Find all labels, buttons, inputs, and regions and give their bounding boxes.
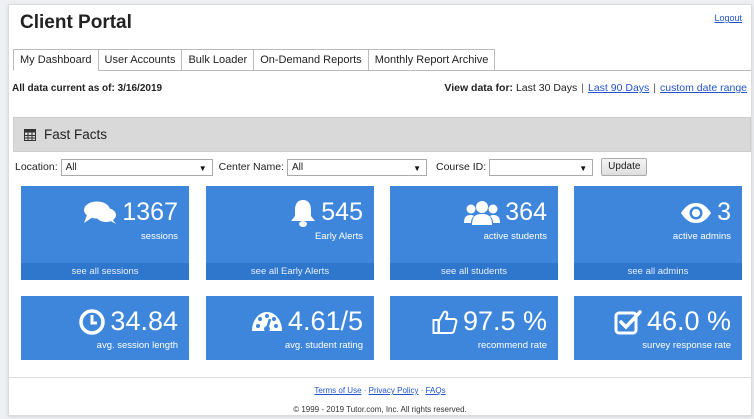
location-value: All (65, 161, 77, 173)
users-icon (464, 200, 501, 225)
early-alerts-card: 545 Early Alerts see all Early Alerts (206, 186, 374, 280)
active-admins-card: 3 active admins see all admins (574, 186, 742, 280)
active-students-stat: 364 (464, 198, 547, 227)
session-length-card: 34.84 avg. session length (21, 296, 189, 360)
thumbs-up-icon (432, 310, 458, 334)
tab-monthly-report-archive[interactable]: Monthly Report Archive (367, 49, 496, 71)
survey-response-card: 46.0 % survey response rate (574, 296, 742, 360)
center-name-select[interactable]: All ▼ (286, 158, 427, 176)
faqs-link[interactable]: FAQs (426, 386, 446, 395)
portal-page: Client Portal Logout My Dashboard User A… (8, 4, 752, 416)
clock-icon (79, 308, 106, 335)
update-button[interactable]: Update (601, 158, 648, 176)
early-alerts-value: 545 (321, 198, 363, 226)
course-id-select[interactable]: ▼ (489, 158, 594, 176)
location-label: Location: (15, 161, 58, 173)
recommend-rate-card: 97.5 % recommend rate (390, 296, 558, 360)
filter-bar: Location: All ▼ Center Name: All ▼ Cours… (15, 158, 648, 176)
sessions-stat: 1367 (83, 198, 178, 227)
survey-response-label: survey response rate (642, 340, 731, 351)
tab-my-dashboard[interactable]: My Dashboard (13, 49, 98, 71)
student-rating-value: 4.61/5 (287, 306, 363, 336)
privacy-policy-link[interactable]: Privacy Policy (369, 386, 419, 395)
data-current-status: All data current as of: 3/16/2019 (12, 83, 163, 94)
bell-icon (291, 199, 316, 227)
terms-of-use-link[interactable]: Terms of Use (314, 386, 361, 395)
date-range-label: View data for: (444, 82, 514, 94)
copyright-text: © 1999 - 2019 Tutor.com, Inc. All rights… (293, 405, 467, 414)
session-length-label: avg. session length (96, 340, 178, 351)
fast-facts-header: Fast Facts (13, 117, 751, 152)
custom-date-range-link[interactable]: custom date range (660, 82, 747, 94)
location-select[interactable]: All ▼ (60, 158, 213, 176)
logout-link[interactable]: Logout (714, 13, 742, 23)
footer-dot: · (420, 386, 424, 395)
separator: | (653, 82, 657, 94)
comments-icon (84, 201, 117, 224)
course-id-label: Course ID: (435, 161, 487, 173)
last-90-days-link[interactable]: Last 90 Days (588, 82, 649, 94)
check-square-icon (614, 309, 642, 334)
see-all-students-link[interactable]: see all students (390, 263, 558, 280)
tab-on-demand-reports[interactable]: On-Demand Reports (253, 49, 368, 71)
early-alerts-label: Early Alerts (314, 231, 363, 242)
early-alerts-stat: 545 (290, 198, 363, 227)
date-range-selector: View data for: Last 30 Days | Last 90 Days… (444, 82, 747, 94)
dashboard-gauge-icon (251, 311, 282, 332)
page-title: Client Portal (20, 12, 132, 33)
sessions-card: 1367 sessions see all sessions (21, 186, 189, 280)
fast-facts-title: Fast Facts (44, 127, 108, 142)
active-students-card: 364 active students see all students (390, 186, 558, 280)
see-all-admins-link[interactable]: see all admins (574, 263, 742, 280)
chevron-down-icon: ▼ (579, 163, 588, 173)
footer-links: Terms of Use · Privacy Policy · FAQs (9, 386, 751, 395)
recommend-rate-value: 97.5 % (462, 306, 547, 336)
center-name-value: All (291, 161, 304, 173)
active-students-value: 364 (505, 198, 547, 226)
footer-divider (9, 377, 751, 378)
center-name-label: Center Name: (218, 161, 284, 173)
student-rating-label: avg. student rating (284, 340, 363, 351)
sessions-label: sessions (141, 231, 178, 242)
active-admins-value: 3 (717, 198, 731, 226)
session-length-value: 34.84 (110, 306, 178, 336)
chevron-down-icon: ▼ (413, 163, 421, 173)
active-admins-label: active admins (672, 231, 731, 242)
survey-response-value: 46.0 % (646, 306, 731, 336)
chevron-down-icon: ▼ (198, 163, 207, 173)
student-rating-card: 4.61/5 avg. student rating (206, 296, 374, 360)
table-grid-icon (24, 128, 36, 141)
survey-response-stat: 46.0 % (614, 306, 731, 337)
tab-user-accounts[interactable]: User Accounts (97, 49, 182, 71)
student-rating-stat: 4.61/5 (251, 306, 363, 337)
session-length-stat: 34.84 (79, 306, 178, 337)
active-students-label: active students (483, 231, 547, 242)
date-range-current: Last 30 Days (515, 82, 578, 94)
recommend-rate-label: recommend rate (477, 340, 547, 351)
sessions-value: 1367 (122, 198, 178, 226)
tab-bulk-loader[interactable]: Bulk Loader (181, 49, 254, 71)
see-all-early-alerts-link[interactable]: see all Early Alerts (206, 263, 374, 280)
recommend-rate-stat: 97.5 % (432, 306, 547, 337)
see-all-sessions-link[interactable]: see all sessions (21, 263, 189, 280)
footer-dot: · (363, 386, 367, 395)
separator: | (581, 82, 584, 94)
eye-icon (681, 202, 712, 223)
active-admins-stat: 3 (680, 198, 731, 227)
main-tabs: My Dashboard User Accounts Bulk Loader O… (13, 49, 496, 71)
